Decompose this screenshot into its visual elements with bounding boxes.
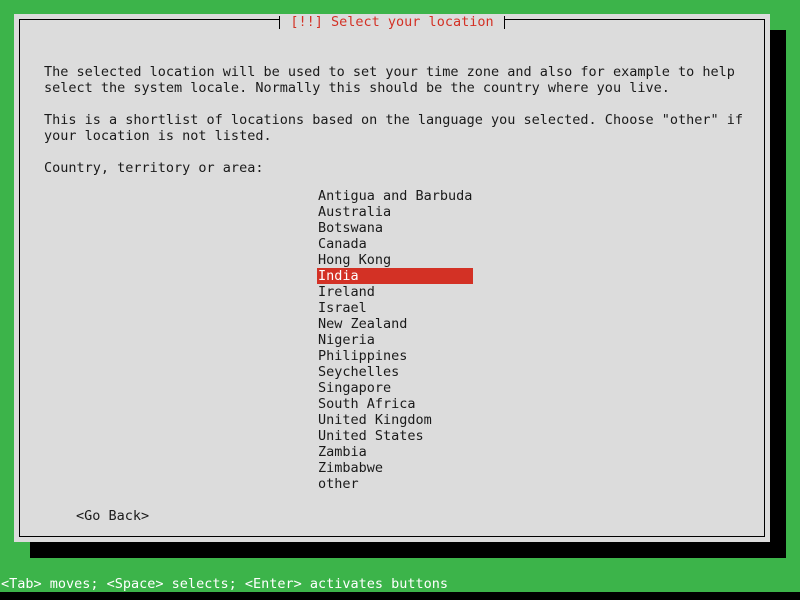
description-paragraph-2: This is a shortlist of locations based o… — [44, 112, 743, 144]
country-list-item[interactable]: Israel — [317, 300, 473, 316]
country-list-item[interactable]: United States — [317, 428, 473, 444]
country-list-item[interactable]: Singapore — [317, 380, 473, 396]
country-list-item[interactable]: Zimbabwe — [317, 460, 473, 476]
description-paragraph-1: The selected location will be used to se… — [44, 64, 735, 96]
country-list-item[interactable]: Philippines — [317, 348, 473, 364]
select-location-dialog: [!!] Select your location The selected l… — [14, 14, 770, 542]
go-back-button[interactable]: <Go Back> — [76, 508, 149, 524]
country-list-item[interactable]: Nigeria — [317, 332, 473, 348]
country-list-item[interactable]: Antigua and Barbuda — [317, 188, 473, 204]
country-list[interactable]: Antigua and Barbuda Australia Botswana Cana… — [317, 188, 473, 492]
country-list-item[interactable]: South Africa — [317, 396, 473, 412]
country-list-item[interactable]: Ireland — [317, 284, 473, 300]
country-list-item[interactable]: Zambia — [317, 444, 473, 460]
country-list-item[interactable]: Seychelles — [317, 364, 473, 380]
country-list-item[interactable]: Australia — [317, 204, 473, 220]
country-list-item[interactable]: other — [317, 476, 473, 492]
installer-screen: [!!] Select your location The selected l… — [0, 0, 800, 600]
country-prompt-label: Country, territory or area: — [44, 160, 264, 176]
country-list-item[interactable]: India — [317, 268, 473, 284]
dialog-content: The selected location will be used to se… — [20, 36, 764, 536]
country-list-item[interactable]: Botswana — [317, 220, 473, 236]
country-list-item[interactable]: United Kingdom — [317, 412, 473, 428]
country-list-item[interactable]: Hong Kong — [317, 252, 473, 268]
bottom-black-strip — [0, 592, 800, 600]
country-list-item[interactable]: Canada — [317, 236, 473, 252]
country-list-item[interactable]: New Zealand — [317, 316, 473, 332]
status-bar-help-text: <Tab> moves; <Space> selects; <Enter> ac… — [0, 576, 800, 592]
